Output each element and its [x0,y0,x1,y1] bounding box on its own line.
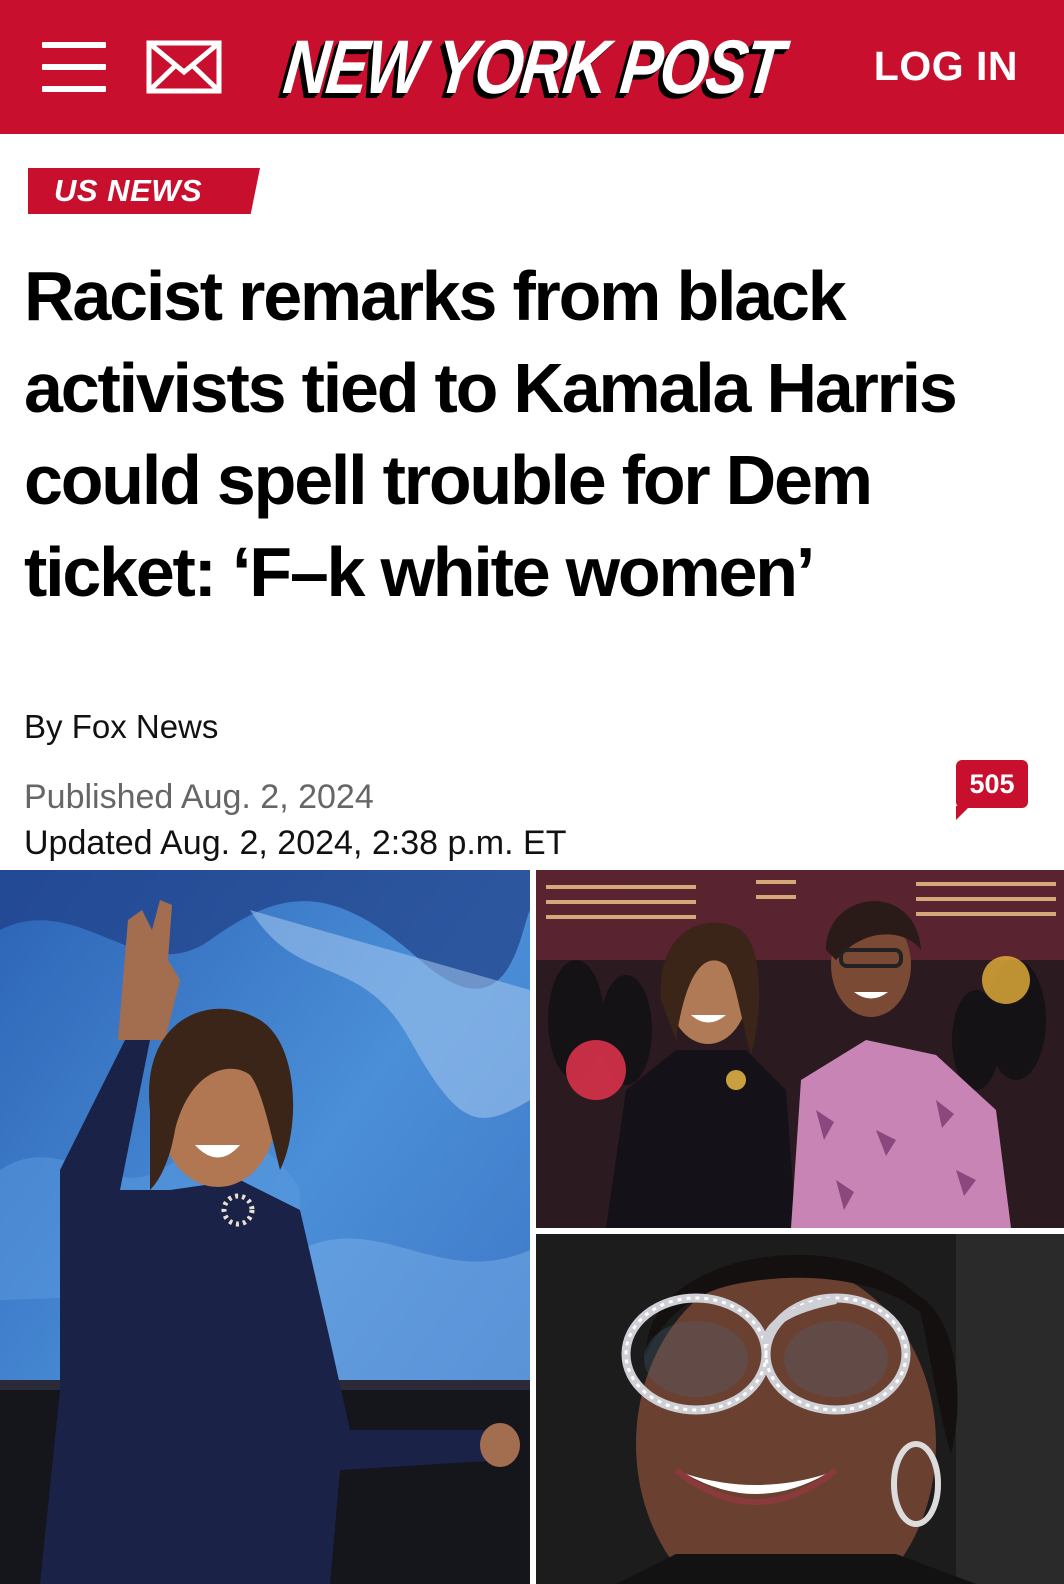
photo-woman-waving [0,870,530,1584]
comment-count-badge[interactable]: 505 [956,760,1028,820]
login-button[interactable]: LOG IN [874,40,1018,92]
site-logo[interactable]: NEW YORK POST [258,24,808,110]
byline: By Fox News [24,708,218,746]
article-photo-collage [0,870,1064,1584]
article-headline: Racist remarks from black activists tied… [24,257,958,611]
site-header: NEW YORK POST LOG IN [0,0,1064,134]
photo-woman-glasses [536,1234,1064,1584]
byline-author[interactable]: Fox News [72,708,219,745]
site-logo-text: NEW YORK POST [279,24,787,110]
category-tag[interactable]: US NEWS [28,168,260,214]
byline-prefix: By [24,708,72,745]
envelope-icon[interactable] [146,40,222,94]
photo-two-women-gala [536,870,1064,1228]
hamburger-menu-icon[interactable] [42,42,106,94]
published-date: Published Aug. 2, 2024 [24,778,374,816]
updated-date: Updated Aug. 2, 2024, 2:38 p.m. ET [24,824,567,862]
